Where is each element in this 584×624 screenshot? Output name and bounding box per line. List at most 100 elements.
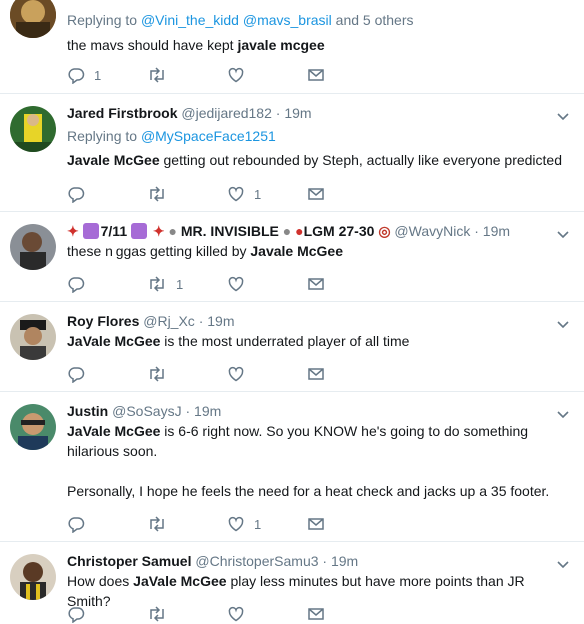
like-button[interactable] bbox=[227, 364, 307, 384]
tweet-header: Roy Flores @Rj_Xc · 19m bbox=[67, 311, 570, 331]
reply-mention-link[interactable]: @Vini_the_kidd bbox=[141, 12, 239, 28]
avatar[interactable] bbox=[10, 314, 56, 360]
retweet-button[interactable] bbox=[147, 364, 227, 384]
highlighted-term: JaVale McGee bbox=[133, 573, 227, 589]
avatar[interactable] bbox=[10, 224, 56, 270]
user-handle[interactable]: @Rj_Xc bbox=[143, 313, 195, 329]
timestamp[interactable]: 19m bbox=[284, 105, 311, 121]
highlighted-term: Javale McGee bbox=[250, 243, 343, 259]
reply-count: 1 bbox=[94, 67, 102, 83]
retweet-icon bbox=[150, 186, 164, 202]
like-button[interactable] bbox=[227, 274, 307, 294]
separator-dot: · bbox=[185, 403, 191, 419]
envelope-icon bbox=[308, 368, 324, 380]
reply-icon bbox=[68, 277, 85, 293]
retweet-button[interactable] bbox=[147, 604, 227, 624]
crab-emoji-icon: ✦ bbox=[152, 223, 165, 239]
tweet-text: JaVale McGee is 6-6 right now. So you KN… bbox=[67, 423, 529, 459]
reply-mention-link[interactable]: @MySpaceFace1251 bbox=[141, 128, 276, 144]
user-handle[interactable]: @WavyNick bbox=[394, 223, 470, 239]
retweet-button[interactable]: 1 bbox=[147, 274, 227, 294]
tweet[interactable]: Roy Flores @Rj_Xc · 19m JaVale McGee is … bbox=[0, 301, 584, 392]
retweet-icon bbox=[150, 366, 164, 382]
timestamp[interactable]: 19m bbox=[483, 223, 510, 239]
reply-button[interactable] bbox=[67, 184, 147, 204]
direct-message-button[interactable] bbox=[307, 184, 387, 204]
reply-icon bbox=[68, 187, 85, 203]
direct-message-button[interactable] bbox=[307, 65, 387, 85]
crab-emoji-icon: ✦ bbox=[67, 223, 79, 239]
tweet[interactable]: Replying to @Vini_the_kidd @mavs_brasil … bbox=[0, 0, 584, 94]
retweet-icon bbox=[150, 67, 164, 83]
timestamp[interactable]: 19m bbox=[194, 403, 221, 419]
avatar[interactable] bbox=[10, 0, 56, 38]
envelope-icon bbox=[308, 518, 324, 530]
tweet[interactable]: ✦ 7/11 ✦ ● MR. INVISIBLE ● ●LGM 27-30 ◎ … bbox=[0, 211, 584, 302]
timestamp[interactable]: 19m bbox=[207, 313, 234, 329]
chevron-down-icon[interactable] bbox=[556, 227, 570, 241]
highlighted-term: JaVale McGee bbox=[67, 423, 161, 439]
chevron-down-icon[interactable] bbox=[556, 407, 570, 421]
retweet-count: 1 bbox=[176, 276, 184, 292]
chevron-down-icon[interactable] bbox=[556, 557, 570, 571]
tweet-header: ✦ 7/11 ✦ ● MR. INVISIBLE ● ●LGM 27-30 ◎ … bbox=[67, 221, 570, 241]
tweet-header: Justin @SoSaysJ · 19m bbox=[67, 401, 570, 421]
direct-message-button[interactable] bbox=[307, 274, 387, 294]
separator-dot: · bbox=[198, 313, 204, 329]
timestamp[interactable]: 19m bbox=[331, 553, 358, 569]
retweet-icon bbox=[150, 276, 164, 292]
baseball-emoji-icon: ◎ bbox=[378, 223, 391, 239]
highlighted-term: Javale McGee bbox=[67, 152, 160, 168]
reply-button[interactable] bbox=[67, 274, 147, 294]
avatar[interactable] bbox=[10, 106, 56, 152]
highlighted-term: JaVale McGee bbox=[67, 333, 161, 349]
user-handle[interactable]: @SoSaysJ bbox=[112, 403, 181, 419]
user-handle[interactable]: @ChristoperSamu3 bbox=[195, 553, 318, 569]
separator-dot: · bbox=[322, 553, 328, 569]
reply-button[interactable] bbox=[67, 514, 147, 534]
envelope-icon bbox=[308, 69, 324, 81]
like-button[interactable] bbox=[227, 604, 307, 624]
apple-emoji-icon: ● bbox=[295, 223, 304, 239]
user-name[interactable]: Justin bbox=[67, 403, 108, 419]
tweet[interactable]: Christoper Samuel @ChristoperSamu3 · 19m… bbox=[0, 541, 584, 624]
reply-icon bbox=[68, 517, 85, 533]
user-name[interactable]: Christoper Samuel bbox=[67, 553, 191, 569]
avatar[interactable] bbox=[10, 554, 56, 600]
like-count: 1 bbox=[254, 186, 262, 202]
reply-mention-link[interactable]: @mavs_brasil bbox=[243, 12, 332, 28]
direct-message-button[interactable] bbox=[307, 364, 387, 384]
like-count: 1 bbox=[254, 516, 262, 532]
user-name[interactable]: Roy Flores bbox=[67, 313, 139, 329]
like-button[interactable]: 1 bbox=[227, 514, 307, 534]
reply-button[interactable]: 1 bbox=[67, 65, 147, 85]
reply-icon bbox=[68, 367, 85, 383]
replying-to-line: Replying to @Vini_the_kidd @mavs_brasil … bbox=[67, 12, 414, 28]
heart-icon bbox=[228, 186, 244, 202]
tweet[interactable]: Jared Firstbrook @jedijared182 · 19m Rep… bbox=[0, 93, 584, 212]
avatar[interactable] bbox=[10, 404, 56, 450]
retweet-icon bbox=[150, 516, 164, 532]
envelope-icon bbox=[308, 188, 324, 200]
chevron-down-icon[interactable] bbox=[556, 109, 570, 123]
direct-message-button[interactable] bbox=[307, 604, 387, 624]
reply-button[interactable] bbox=[67, 604, 147, 624]
retweet-button[interactable] bbox=[147, 65, 227, 85]
separator-dot: · bbox=[474, 223, 479, 239]
like-button[interactable] bbox=[227, 65, 307, 85]
heart-icon bbox=[228, 67, 244, 83]
ghost-emoji-icon: ● bbox=[168, 223, 177, 239]
cancer-sign-icon bbox=[82, 223, 99, 239]
user-handle[interactable]: @jedijared182 bbox=[181, 105, 272, 121]
heart-icon bbox=[228, 276, 244, 292]
reply-icon bbox=[68, 68, 85, 84]
user-name[interactable]: Jared Firstbrook bbox=[67, 105, 177, 121]
user-name[interactable]: ✦ 7/11 ✦ ● MR. INVISIBLE ● ●LGM 27-30 ◎ bbox=[67, 223, 394, 239]
direct-message-button[interactable] bbox=[307, 514, 387, 534]
retweet-button[interactable] bbox=[147, 514, 227, 534]
reply-button[interactable] bbox=[67, 364, 147, 384]
chevron-down-icon[interactable] bbox=[556, 317, 570, 331]
retweet-button[interactable] bbox=[147, 184, 227, 204]
like-button[interactable]: 1 bbox=[227, 184, 307, 204]
tweet[interactable]: Justin @SoSaysJ · 19m JaVale McGee is 6-… bbox=[0, 391, 584, 542]
